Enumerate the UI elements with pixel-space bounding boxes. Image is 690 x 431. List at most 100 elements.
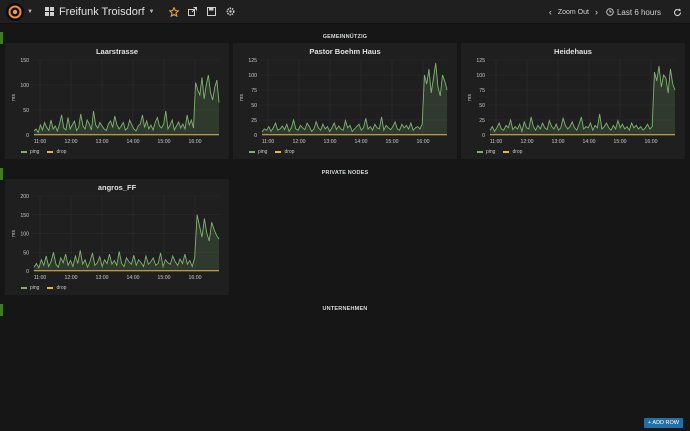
legend-item-ping[interactable]: ping [21,285,39,291]
legend-label: ping [30,149,40,155]
y-tick-label: 0 [26,269,29,275]
series-ping-line [489,65,676,134]
x-tick-label: 15:00 [614,139,627,145]
y-tick-label: 25 [479,118,485,124]
legend-label: drop [56,285,67,291]
graph-legend: ping drop [249,149,302,155]
graph-legend: ping drop [477,149,530,155]
series-ping-line [261,62,448,133]
legend-label: ping [486,149,496,155]
graph-legend: ping drop [21,285,74,291]
share-icon[interactable] [184,0,202,24]
grafana-menu[interactable]: ▼ [0,0,33,24]
save-icon[interactable] [203,0,221,24]
legend-item-ping[interactable]: ping [249,149,267,155]
legend-label: drop [512,149,523,155]
legend-swatch [477,151,483,153]
y-tick-label: 100 [248,73,257,79]
legend-label: drop [56,149,67,155]
x-tick-label: 12:00 [521,139,534,145]
series-ping-area [34,75,219,135]
x-tick-label: 14:00 [355,139,368,145]
graph-panel-laarstrasse[interactable]: Laarstrasse 0 50 100 150 11:00 12:00 13:00 14:00… [5,43,229,159]
legend-label: ping [30,285,40,291]
x-tick-label: 13:00 [96,275,109,281]
x-tick-label: 12:00 [65,139,78,145]
row-title-private-nodes[interactable]: PRIVATE NODES [0,170,690,176]
dashboard-grid-icon [44,7,54,16]
legend-swatch [47,151,54,153]
x-tick-label: 15:00 [158,275,171,281]
legend-item-drop[interactable]: drop [47,285,66,291]
legend-item-ping[interactable]: ping [21,149,39,155]
y-tick-label: 125 [476,58,485,64]
y-tick-label: 200 [20,194,29,200]
x-tick-label: 14:00 [583,139,596,145]
refresh-icon[interactable] [673,8,682,17]
legend-swatch [21,287,27,289]
y-tick-label: 50 [23,108,29,114]
graph-canvas: 0 25 50 75 100 125 11:00 12:00 13:00 14:00 15:00 16… [467,58,676,145]
graph-canvas: 0 50 100 150 200 11:00 12:00 13:00 14:00 15:00 16:… [11,194,220,281]
x-tick-label: 12:00 [65,275,78,281]
x-tick-label: 16:00 [645,139,658,145]
grafana-logo-icon [6,2,24,21]
y-tick-label: 0 [26,133,29,139]
legend-item-drop[interactable]: drop [47,149,66,155]
y-tick-label: 50 [479,103,485,109]
y-tick-label: 50 [23,250,29,256]
legend-swatch [47,287,54,289]
y-tick-label: 150 [20,213,29,219]
chevron-left-icon[interactable]: ‹ [549,7,552,17]
add-row-button[interactable]: + ADD ROW [643,418,683,428]
y-tick-label: 150 [20,58,29,64]
time-controls: ‹ Zoom Out › Last 6 hours [549,0,682,24]
legend-item-drop[interactable]: drop [503,149,522,155]
x-tick-label: 15:00 [158,139,171,145]
y-tick-label: 75 [479,88,485,94]
y-axis-label: ms [467,94,473,101]
x-tick-label: 11:00 [34,139,47,145]
row-title-gemeinnuetzig[interactable]: GEMEINNÜTZIG [0,34,690,40]
y-tick-label: 0 [254,133,257,139]
x-tick-label: 14:00 [127,139,140,145]
legend-label: drop [284,149,295,155]
legend-swatch [503,151,510,153]
y-tick-label: 75 [251,88,257,94]
legend-swatch [275,151,282,153]
series-ping-area [34,214,219,271]
x-tick-label: 11:00 [262,139,275,145]
y-tick-label: 100 [20,232,29,238]
settings-gear-icon[interactable] [222,0,240,24]
graph-canvas: 0 50 100 150 11:00 12:00 13:00 14:00 15:00 16:00 m… [11,58,220,145]
x-tick-label: 11:00 [34,275,47,281]
graph-panel-pastor-boehm-haus[interactable]: Pastor Boehm Haus 0 25 50 75 100 125 11:00 12:00… [233,43,457,159]
y-tick-label: 50 [251,103,257,109]
x-tick-label: 13:00 [552,139,565,145]
series-ping-area [262,63,447,135]
x-tick-label: 12:00 [293,139,306,145]
row-title-unternehmen[interactable]: UNTERNEHMEN [0,306,690,312]
legend-item-ping[interactable]: ping [477,149,495,155]
x-tick-label: 16:00 [417,139,430,145]
graph-panel-heidehaus[interactable]: Heidehaus 0 25 50 75 100 125 11:00 12:00 13:00 14:… [461,43,685,159]
time-range-picker[interactable]: Last 6 hours [617,8,661,17]
y-tick-label: 125 [248,58,257,64]
top-navbar: ▼ Freifunk Troisdorf ▼ ‹ Zoom Out › Last… [0,0,690,24]
graph-panel-angros-ff[interactable]: angros_FF 0 50 100 150 200 11:00 12:00 13:00 14:0… [5,179,229,295]
chevron-right-icon[interactable]: › [595,7,598,17]
x-tick-label: 15:00 [386,139,399,145]
x-tick-label: 16:00 [189,275,202,281]
y-axis-label: ms [239,94,245,101]
caret-down-icon: ▼ [27,8,33,15]
caret-down-icon: ▼ [148,8,155,15]
star-icon[interactable] [165,0,183,24]
zoom-out-button[interactable]: Zoom Out [558,9,589,16]
legend-item-drop[interactable]: drop [275,149,294,155]
y-tick-label: 100 [476,73,485,79]
y-axis-label: ms [11,94,17,101]
dashboard-title-button[interactable]: Freifunk Troisdorf ▼ [44,6,155,18]
legend-label: ping [258,149,268,155]
y-axis-label: ms [11,230,17,237]
y-tick-label: 100 [20,83,29,89]
